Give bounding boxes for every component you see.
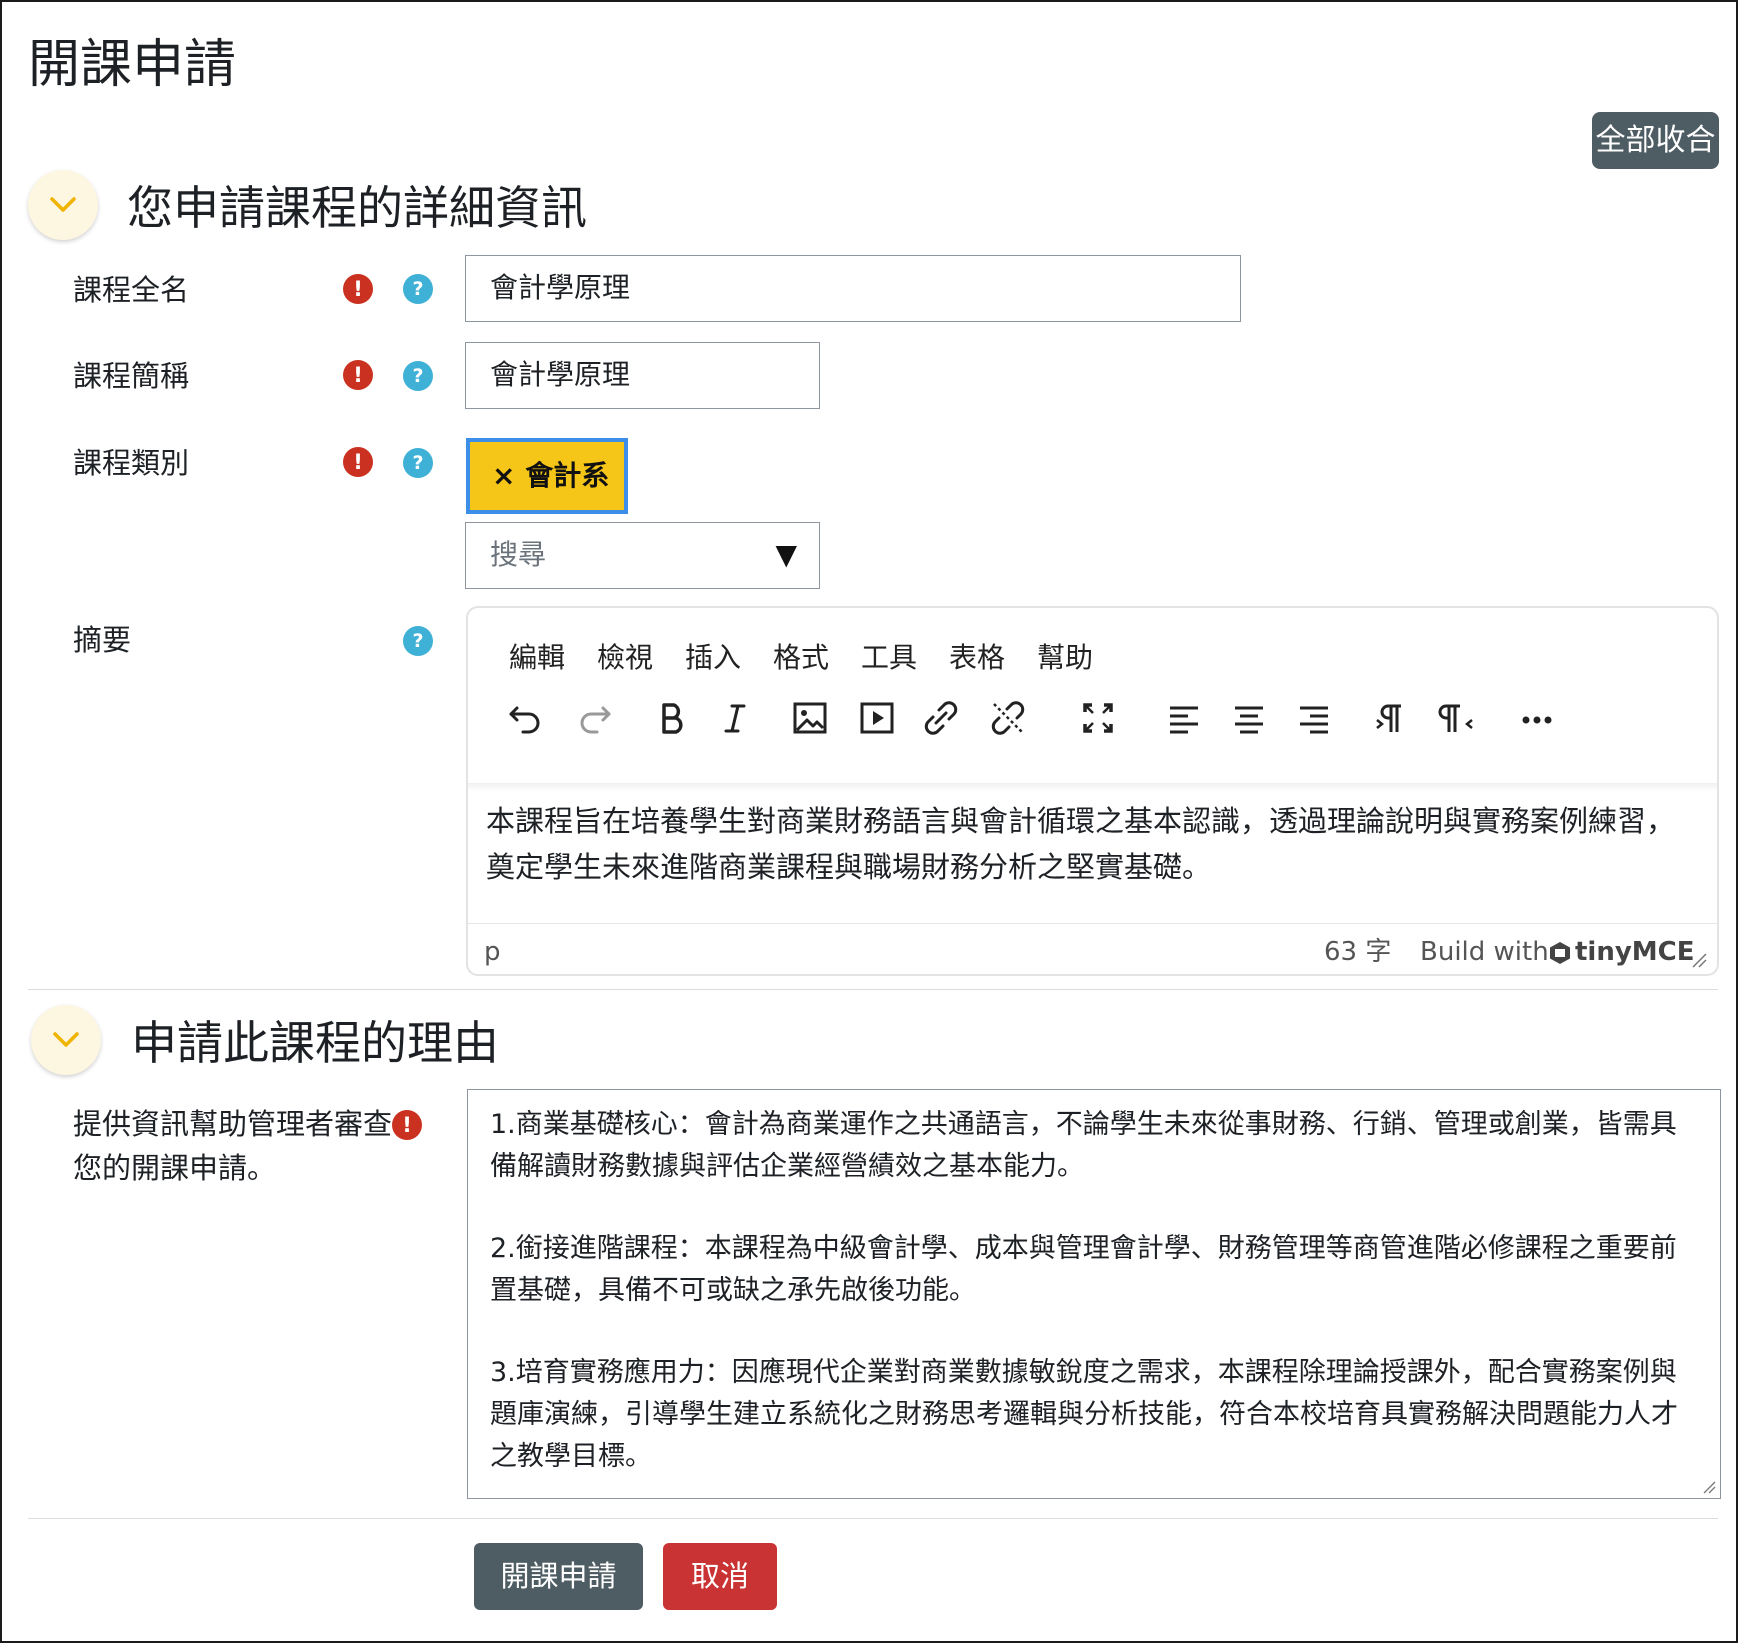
help-icon[interactable]: ?	[403, 361, 433, 391]
help-icon[interactable]: ?	[403, 448, 433, 478]
ltr-icon[interactable]	[1369, 696, 1413, 740]
shortname-input[interactable]: 會計學原理	[465, 342, 820, 409]
menu-table[interactable]: 表格	[949, 638, 1005, 678]
statusbar-divider	[468, 923, 1717, 924]
reason-paragraph: 3.培育實務應用力：因應現代企業對商業數據敏銳度之需求，本課程除理論授課外，配合…	[490, 1357, 1678, 1472]
menu-tools[interactable]: 工具	[861, 638, 917, 678]
cancel-button[interactable]: 取消	[663, 1543, 777, 1610]
undo-icon[interactable]	[503, 696, 547, 740]
tag-label: 會計系	[525, 459, 610, 492]
element-path[interactable]: p	[484, 932, 501, 972]
section-divider	[28, 989, 1718, 990]
toolbar-divider	[468, 783, 1717, 791]
category-label: 課程類別	[73, 446, 190, 480]
more-icon[interactable]	[1515, 696, 1559, 740]
italic-icon[interactable]	[713, 696, 757, 740]
redo-icon[interactable]	[573, 696, 617, 740]
search-placeholder: 搜尋	[490, 538, 547, 571]
word-count[interactable]: 63 字	[1324, 932, 1391, 972]
reason-label: 提供資訊幫助管理者審查您的開課申請。	[73, 1107, 393, 1185]
page-title: 開課申請	[28, 35, 237, 95]
dropdown-arrow-icon: ▼	[775, 538, 797, 571]
required-icon: !	[343, 360, 373, 390]
category-search-select[interactable]: 搜尋 ▼	[465, 522, 820, 589]
help-icon[interactable]: ?	[403, 626, 433, 656]
summary-editor-content[interactable]: 本課程旨在培養學生對商業財務語言與會計循環之基本認識，透過理論說明與實務案例練習…	[486, 798, 1696, 890]
summary-rich-editor: 編輯 檢視 插入 格式 工具 表格 幫助 本課程旨在培養學生對商業財務語言與會計…	[466, 606, 1719, 976]
resize-handle-icon[interactable]	[1702, 1480, 1716, 1494]
menu-edit[interactable]: 編輯	[509, 638, 565, 678]
menu-format[interactable]: 格式	[773, 638, 829, 678]
align-left-icon[interactable]	[1162, 696, 1206, 740]
unlink-icon[interactable]	[986, 696, 1030, 740]
reason-paragraph: 1.商業基礎核心：會計為商業運作之共通語言，不論學生未來從事財務、行銷、管理或創…	[490, 1109, 1677, 1182]
help-icon[interactable]: ?	[403, 274, 433, 304]
fullscreen-icon[interactable]	[1076, 696, 1120, 740]
reason-paragraph: 2.銜接進階課程：本課程為中級會計學、成本與管理會計學、財務管理等商管進階必修課…	[490, 1233, 1677, 1306]
section-reason-title: 申請此課程的理由	[131, 1016, 499, 1070]
rtl-icon[interactable]	[1436, 696, 1480, 740]
shortname-label: 課程簡稱	[73, 359, 190, 393]
course-request-page: 開課申請 全部收合 您申請課程的詳細資訊 課程全名 ! ? 會計學原理 課程簡稱…	[0, 0, 1738, 1643]
required-icon: !	[392, 1110, 422, 1140]
branding-prefix: Build with	[1420, 937, 1549, 967]
branding-name[interactable]: tinyMCE	[1575, 932, 1695, 972]
resize-handle-icon[interactable]	[1690, 951, 1708, 969]
fullname-input[interactable]: 會計學原理	[465, 255, 1241, 322]
align-right-icon[interactable]	[1292, 696, 1336, 740]
form-bottom-divider	[28, 1518, 1718, 1519]
media-icon[interactable]	[855, 696, 899, 740]
link-icon[interactable]	[919, 696, 963, 740]
tag-remove-icon[interactable]: ×	[492, 459, 515, 492]
category-tag[interactable]: × 會計系	[466, 438, 628, 514]
chevron-down-icon	[50, 197, 76, 212]
collapse-all-button[interactable]: 全部收合	[1592, 112, 1719, 169]
chevron-down-icon	[53, 1032, 79, 1047]
menu-view[interactable]: 檢視	[597, 638, 653, 678]
fullname-label: 課程全名	[73, 273, 190, 307]
section-details-title: 您申請課程的詳細資訊	[127, 181, 587, 235]
section-reason-toggle[interactable]	[31, 1005, 101, 1075]
required-icon: !	[343, 447, 373, 477]
tinymce-logo-icon	[1550, 942, 1570, 964]
summary-label: 摘要	[73, 623, 132, 657]
image-icon[interactable]	[788, 696, 832, 740]
section-details-toggle[interactable]	[28, 170, 98, 240]
bold-icon[interactable]	[650, 696, 694, 740]
reason-textarea[interactable]: 1.商業基礎核心：會計為商業運作之共通語言，不論學生未來從事財務、行銷、管理或創…	[467, 1089, 1721, 1499]
menu-help[interactable]: 幫助	[1037, 638, 1093, 678]
menu-insert[interactable]: 插入	[685, 638, 741, 678]
align-center-icon[interactable]	[1227, 696, 1271, 740]
required-icon: !	[343, 274, 373, 304]
submit-request-button[interactable]: 開課申請	[474, 1543, 643, 1610]
